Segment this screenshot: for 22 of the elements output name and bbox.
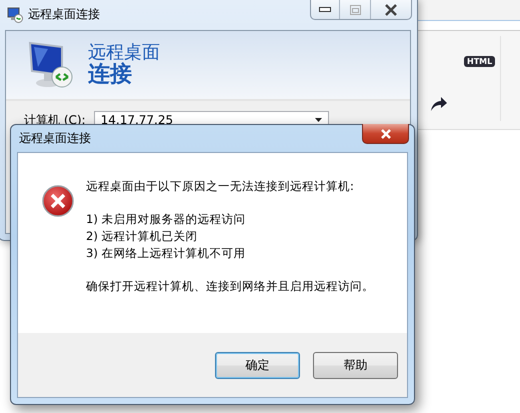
ok-button[interactable]: 确定 [215,352,300,378]
dropdown-arrow-icon [314,118,322,122]
window-title: 远程桌面连接 [28,6,100,23]
minimize-icon [319,6,331,12]
reason-item: 3) 在网络上远程计算机不可用 [86,245,246,262]
error-message: 远程桌面由于以下原因之一无法连接到远程计算机: [86,179,355,194]
reason-item: 1) 未启用对服务器的远程访问 [86,211,246,228]
share-arrow-icon[interactable] [430,96,448,112]
maximize-icon [350,4,360,14]
header-subtitle: 连接 [88,62,133,86]
remote-desktop-icon [7,6,23,22]
reason-item: 2) 远程计算机已关闭 [86,228,198,245]
close-button[interactable] [362,124,409,144]
close-icon [384,4,398,16]
advice-text: 确保打开远程计算机、连接到网络并且启用远程访问。 [86,279,374,294]
header-title: 远程桌面 [88,44,160,63]
dialog-title: 远程桌面连接 [19,130,91,147]
close-icon [380,128,392,138]
html-badge: HTML [464,56,496,67]
monitor-icon [28,41,74,89]
help-button[interactable]: 帮助 [313,352,398,378]
error-icon [42,185,74,217]
